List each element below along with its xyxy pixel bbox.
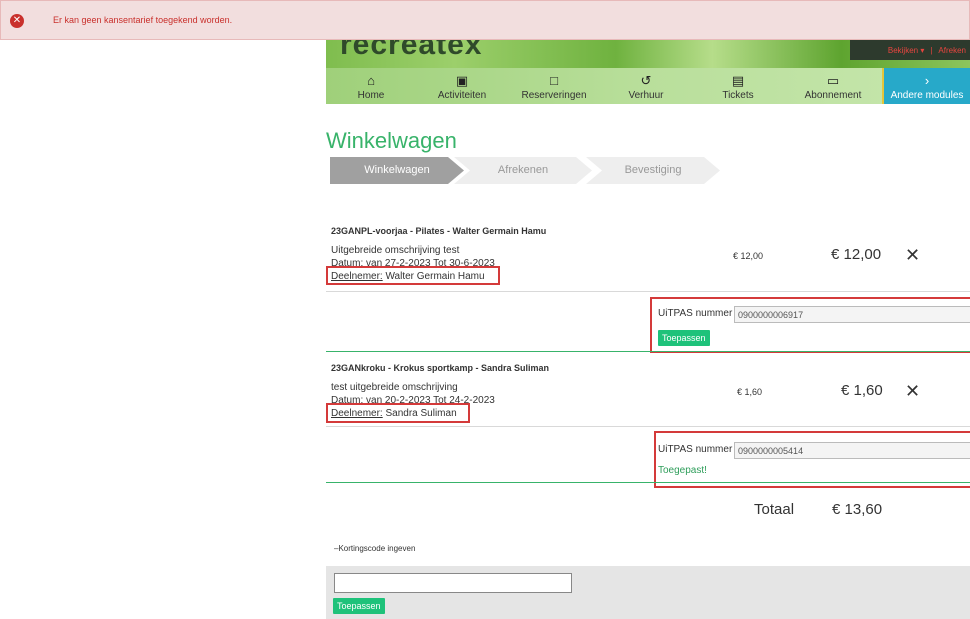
unit-price: € 12,00 — [733, 251, 764, 261]
divider — [326, 426, 970, 427]
nav-item-label: Home — [357, 90, 385, 101]
main-nav: ⌂ Home ▣ Activiteiten □ Reserveringen ↺ … — [326, 68, 970, 104]
chevron-right-icon: › — [924, 73, 930, 88]
total-label: Totaal — [754, 501, 795, 518]
top-links: Bekijken ▾ | Afreken — [850, 40, 970, 60]
remove-item-button[interactable]: ✕ — [905, 246, 920, 264]
step-winkelwagen: Winkelwagen — [330, 157, 464, 184]
participant-highlight — [326, 266, 500, 285]
divider — [326, 291, 970, 292]
view-menu-link[interactable]: Bekijken ▾ — [888, 46, 924, 55]
item-name: 23GANkroku - Krokus sportkamp - Sandra S… — [331, 363, 550, 373]
divider — [326, 351, 970, 352]
nav-item-label: Abonnement — [804, 90, 862, 101]
nav-item-abonnement[interactable]: ▭ Abonnement — [784, 68, 882, 104]
total-value: € 13,60 — [832, 501, 883, 518]
discount-toggle-label: Kortingscode ingeven — [338, 544, 416, 553]
unit-price: € 1,60 — [737, 387, 763, 397]
uitpas-highlight — [654, 431, 970, 488]
item-name: 23GANPL-voorjaa - Pilates - Walter Germa… — [331, 226, 547, 236]
nav-item-label: Andere modules — [890, 90, 964, 101]
nav-item-label: Tickets — [722, 90, 754, 101]
monitor-icon: ▭ — [826, 73, 840, 88]
nav-item-andere-modules[interactable]: › Andere modules — [882, 68, 970, 104]
nav-item-activiteiten[interactable]: ▣ Activiteiten — [416, 68, 508, 104]
discount-code-input[interactable] — [334, 573, 572, 593]
nav-item-home[interactable]: ⌂ Home — [326, 68, 416, 104]
remove-item-button[interactable]: ✕ — [905, 382, 920, 400]
logo[interactable]: recreatex — [340, 40, 482, 62]
item-price: € 1,60 — [841, 382, 883, 399]
checkout-link[interactable]: Afreken — [938, 46, 966, 55]
participant-highlight — [326, 403, 470, 423]
error-alert: ✕ Er kan geen kansentarief toegekend wor… — [0, 0, 970, 40]
divider — [326, 482, 970, 483]
uitpas-applied-status: Toegepast! — [658, 465, 707, 476]
site-header: recreatex Bekijken ▾ | Afreken — [326, 40, 970, 68]
item-description: test uitgebreide omschrijving — [331, 382, 458, 393]
item-description: Uitgebreide omschrijving test — [331, 245, 460, 256]
ticket-icon: ▤ — [731, 73, 745, 88]
uitpas-input[interactable] — [734, 442, 970, 459]
discount-toggle[interactable]: –Kortingscode ingeven — [334, 544, 415, 553]
step-afrekenen: Afrekenen — [454, 157, 592, 184]
nav-item-tickets[interactable]: ▤ Tickets — [692, 68, 784, 104]
uitpas-apply-button[interactable]: Toepassen — [658, 330, 710, 346]
uitpas-label: UiTPAS nummer — [658, 444, 733, 455]
checkout-steps: Winkelwagen Afrekenen Bevestiging — [330, 157, 730, 184]
item-price: € 12,00 — [831, 246, 882, 263]
nav-item-label: Reserveringen — [521, 90, 587, 101]
nav-item-label: Verhuur — [628, 90, 664, 101]
error-message: Er kan geen kansentarief toegekend worde… — [53, 15, 233, 25]
nav-item-label: Activiteiten — [437, 90, 487, 101]
home-icon: ⌂ — [367, 73, 375, 88]
uitpas-label: UiTPAS nummer — [658, 308, 733, 319]
link-separator: | — [930, 45, 933, 55]
nav-item-verhuur[interactable]: ↺ Verhuur — [600, 68, 692, 104]
nav-item-reserveringen[interactable]: □ Reserveringen — [508, 68, 600, 104]
uitpas-input[interactable] — [734, 306, 970, 323]
step-bevestiging: Bevestiging — [586, 157, 720, 184]
history-icon: ↺ — [640, 73, 652, 88]
clipboard-icon: □ — [550, 73, 558, 88]
error-icon: ✕ — [10, 14, 24, 28]
calendar-icon: ▣ — [455, 73, 469, 88]
discount-apply-button[interactable]: Toepassen — [333, 598, 385, 614]
page-title: Winkelwagen — [326, 128, 457, 153]
